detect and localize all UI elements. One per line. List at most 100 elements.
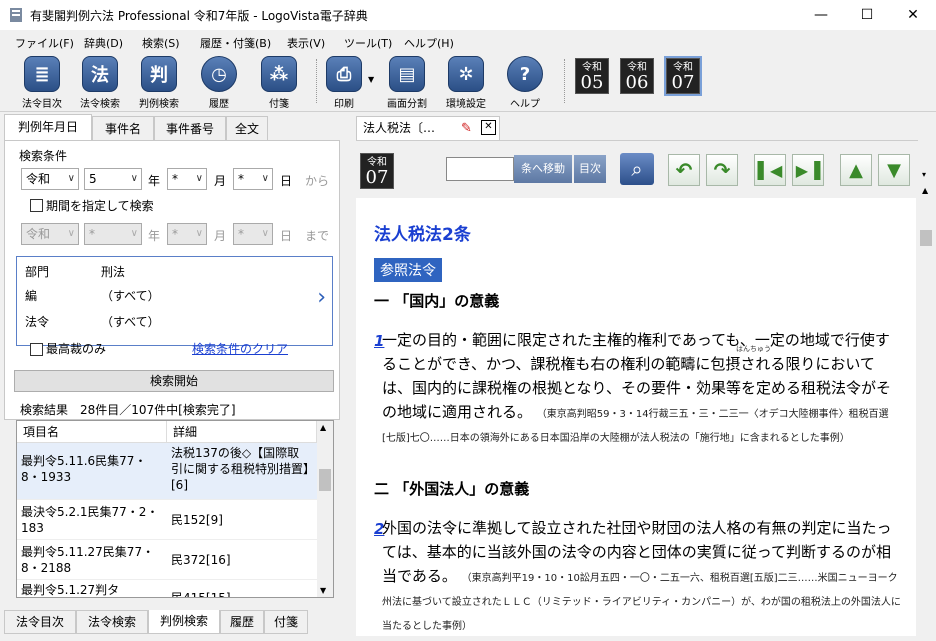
tab-case-number[interactable]: 事件番号 — [154, 116, 226, 140]
menu-search[interactable]: 検索(S) — [142, 35, 180, 51]
result-detail: 民415[15] — [171, 591, 231, 598]
month-unit-label: 月 — [214, 229, 227, 243]
supreme-only-checkbox[interactable] — [30, 343, 43, 356]
close-button[interactable]: ✕ — [890, 0, 936, 30]
help-label: ヘルプ — [510, 99, 540, 110]
maximize-button[interactable]: ☐ — [844, 0, 890, 30]
sticky-button[interactable]: ⁂ 付箋 — [251, 56, 307, 110]
back-button[interactable]: ↶ — [668, 154, 700, 186]
bottom-tab-case-search[interactable]: 判例検索 — [148, 610, 220, 634]
result-item: 最判令5.11.6民集77・8・1933 — [21, 454, 147, 484]
scroll-up-icon[interactable]: ▲ — [922, 186, 928, 195]
down-arrow-icon: ▼ — [887, 159, 901, 181]
result-detail: 民152[9] — [171, 513, 223, 527]
scroll-down-icon[interactable]: ▼ — [320, 586, 326, 595]
split-screen-button[interactable]: ▤ 画面分割 — [379, 56, 435, 110]
document-content: 法人税法2条 参照法令 一 「国内」の意義 1 一定の目的・範囲に限定された主権… — [356, 198, 916, 636]
menu-bar: ファイル(F) 辞典(D) 検索(S) 履歴・付箋(B) 表示(V) ツール(T… — [0, 31, 936, 53]
forward-button[interactable]: ↷ — [706, 154, 738, 186]
scroll-up-button[interactable]: ▲ — [840, 154, 872, 186]
search-start-button[interactable]: 検索開始 — [14, 370, 334, 392]
bottom-tab-law-toc[interactable]: 法令目次 — [4, 610, 76, 634]
history-button[interactable]: ◷ 履歴 — [191, 56, 247, 110]
day-select[interactable]: * ∨ — [233, 168, 273, 190]
reference-law-badge[interactable]: 参照法令 — [374, 258, 442, 282]
table-row[interactable]: 最判令5.11.6民集77・8・1933 法税137の後◇【国際取引に関する租税… — [17, 443, 317, 499]
year-end-select[interactable]: * ∨ — [84, 223, 142, 245]
bottom-tab-law-search[interactable]: 法令検索 — [76, 610, 148, 634]
law-toc-button[interactable]: ≣ 法令目次 — [14, 56, 70, 110]
case-search-button[interactable]: 判 判例検索 — [131, 56, 187, 110]
previous-article-button[interactable]: ▌◀ — [754, 154, 786, 186]
chevron-down-icon: ∨ — [67, 173, 75, 184]
year-2023-button[interactable]: 令和 05 — [575, 58, 609, 94]
menu-dictionary[interactable]: 辞典(D) — [84, 35, 123, 51]
document-tab-title: 法人税法〔… — [363, 121, 436, 135]
scroll-up-icon[interactable]: ▲ — [320, 423, 326, 432]
year-2024-button[interactable]: 令和 06 — [620, 58, 654, 94]
chevron-down-icon: ∨ — [261, 173, 269, 184]
menu-tools[interactable]: ツール(T) — [344, 35, 392, 51]
search-icon[interactable]: ⌕ — [620, 153, 654, 185]
condition-summary[interactable]: 部門 刑法 編 （すべて） 法令 （すべて） › — [16, 256, 333, 346]
era-end-select[interactable]: 令和 ∨ — [21, 223, 79, 245]
paragraph-1-text: 一定の目的・範囲に限定された主権的権利であっても、一定の地域で行使することができ… — [382, 331, 891, 421]
print-dropdown-arrow-icon[interactable]: ▼ — [368, 75, 374, 84]
month-unit-label: 月 — [214, 174, 227, 188]
column-header-detail[interactable]: 詳細 — [167, 421, 317, 443]
bottom-tab-sticky[interactable]: 付箋 — [264, 610, 308, 634]
chevron-down-icon: ∨ — [130, 173, 138, 184]
article-number-input[interactable] — [446, 157, 514, 181]
period-checkbox[interactable] — [30, 199, 43, 212]
table-row[interactable]: 最判令5.1.27判タ 民415[15] — [17, 579, 317, 598]
scroll-down-button[interactable]: ▼ — [878, 154, 910, 186]
jump-to-article-button[interactable]: 条へ移動 — [514, 155, 572, 183]
column-header-item[interactable]: 項目名 — [17, 421, 167, 443]
chevron-down-icon: ∨ — [67, 228, 75, 239]
clear-conditions-link[interactable]: 検索条件のクリア — [192, 340, 288, 357]
year-select[interactable]: 5 ∨ — [84, 168, 142, 190]
year-2025-button[interactable]: 令和 07 — [664, 56, 702, 96]
year-number-label: 07 — [671, 72, 695, 93]
bottom-tab-history[interactable]: 履歴 — [220, 610, 264, 634]
law-search-icon: 法 — [82, 56, 118, 92]
menu-help[interactable]: ヘルプ(H) — [404, 35, 454, 51]
help-button[interactable]: ? ヘルプ — [497, 56, 553, 110]
tab-fulltext[interactable]: 全文 — [226, 116, 268, 140]
menu-file[interactable]: ファイル(F) — [15, 35, 74, 51]
book-list-icon: ≣ — [24, 56, 60, 92]
chevron-right-icon[interactable]: › — [317, 285, 326, 310]
close-tab-icon[interactable]: ✕ — [481, 120, 496, 135]
pin-icon[interactable]: ✎ — [461, 118, 472, 140]
left-search-panel: 判例年月日 事件名 事件番号 全文 検索条件 令和 ∨ 5 ∨ 年 * ∨ 月 * ∨ … — [4, 114, 340, 636]
panel-collapse-icon[interactable]: ▾ — [922, 170, 926, 179]
search-conditions-label: 検索条件 — [19, 149, 68, 163]
scrollbar-thumb[interactable] — [920, 230, 932, 246]
tab-case-name[interactable]: 事件名 — [92, 116, 154, 140]
month-select[interactable]: * ∨ — [167, 168, 207, 190]
menu-history[interactable]: 履歴・付箋(B) — [200, 35, 271, 51]
toolbar: ≣ 法令目次 法 法令検索 判 判例検索 ◷ 履歴 ⁂ 付箋 ⎙ 印刷 ▼ ▤ … — [0, 53, 936, 112]
table-row[interactable]: 最決令5.2.1民集77・2・183 民152[9] — [17, 499, 317, 540]
era-select[interactable]: 令和 ∨ — [21, 168, 79, 190]
document-tab[interactable]: 法人税法〔… ✎ ✕ — [356, 116, 500, 140]
month-end-select[interactable]: * ∨ — [167, 223, 207, 245]
law-search-button[interactable]: 法 法令検索 — [72, 56, 128, 110]
section-heading-2: 二 「外国法人」の意義 — [374, 480, 530, 498]
paragraph-2-note: （東京高判平19・10・10訟月五四・一〇・二五一六、租税百選[五版]二三……米… — [382, 573, 901, 632]
tab-case-date[interactable]: 判例年月日 — [4, 114, 92, 140]
year-number-label: 07 — [365, 167, 389, 188]
period-checkbox-label: 期間を指定して検索 — [46, 199, 154, 213]
print-button[interactable]: ⎙ 印刷 — [316, 56, 372, 110]
day-end-select[interactable]: * ∨ — [233, 223, 273, 245]
current-year-badge: 令和 07 — [360, 153, 394, 189]
next-article-button[interactable]: ▶▐ — [792, 154, 824, 186]
scrollbar-thumb[interactable] — [319, 469, 331, 491]
results-scrollbar[interactable]: ▲ ▼ — [317, 421, 333, 597]
toc-button[interactable]: 目次 — [574, 155, 606, 183]
document-scrollbar[interactable]: ▲ ▾ — [918, 170, 934, 636]
table-row[interactable]: 最判令5.11.27民集77・8・2188 民372[16] — [17, 539, 317, 580]
settings-button[interactable]: ✲ 環境設定 — [438, 56, 494, 110]
menu-view[interactable]: 表示(V) — [287, 35, 325, 51]
minimize-button[interactable]: — — [798, 0, 844, 30]
